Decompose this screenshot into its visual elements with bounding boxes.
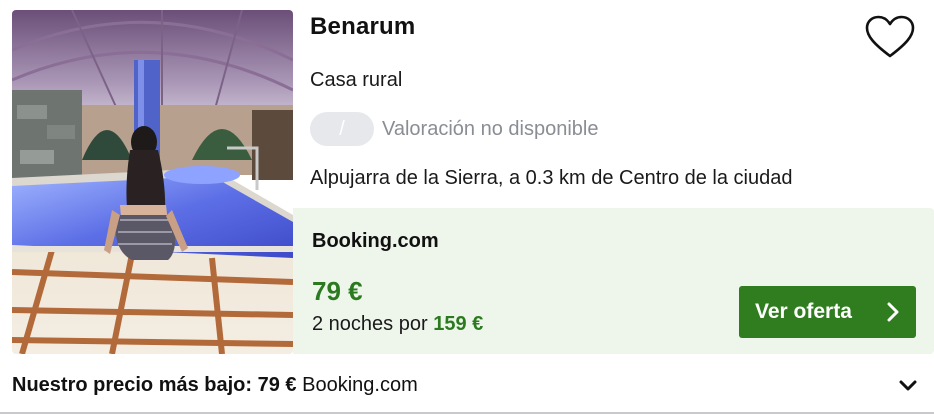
hotel-photo-image xyxy=(12,10,293,354)
hotel-photo[interactable] xyxy=(12,10,293,354)
rating-badge: / xyxy=(310,112,374,146)
view-offer-button[interactable]: Ver oferta xyxy=(739,286,916,338)
stay-total-price: 159 € xyxy=(433,313,484,335)
stay-total-prefix: 2 noches por xyxy=(312,313,428,335)
hotel-name[interactable]: Benarum xyxy=(310,13,415,41)
heart-icon[interactable] xyxy=(864,14,916,60)
accommodation-type: Casa rural xyxy=(310,69,403,91)
chevron-down-icon[interactable] xyxy=(898,378,918,394)
deal-price: 79 € xyxy=(312,276,363,306)
hotel-result-card: Benarum Casa rural / Valoración no dispo… xyxy=(0,0,934,416)
lowest-price-summary[interactable]: Nuestro precio más bajo: 79 € Booking.co… xyxy=(12,374,418,397)
rating-text: Valoración no disponible xyxy=(382,117,599,140)
deal-panel: Booking.com 79 € 2 noches por 159 € Ver … xyxy=(293,208,934,354)
location-text: Alpujarra de la Sierra, a 0.3 km de Cent… xyxy=(310,167,793,189)
card-divider xyxy=(0,412,934,414)
rating-row: / Valoración no disponible xyxy=(310,112,598,146)
lowest-price-provider: Booking.com xyxy=(302,374,418,396)
provider-name: Booking.com xyxy=(312,230,439,252)
view-offer-label: Ver oferta xyxy=(755,300,852,323)
chevron-right-icon xyxy=(887,302,899,322)
lowest-price-label: Nuestro precio más bajo: xyxy=(12,374,253,396)
stay-total: 2 noches por 159 € xyxy=(312,313,483,336)
lowest-price-value: 79 € xyxy=(257,374,297,396)
